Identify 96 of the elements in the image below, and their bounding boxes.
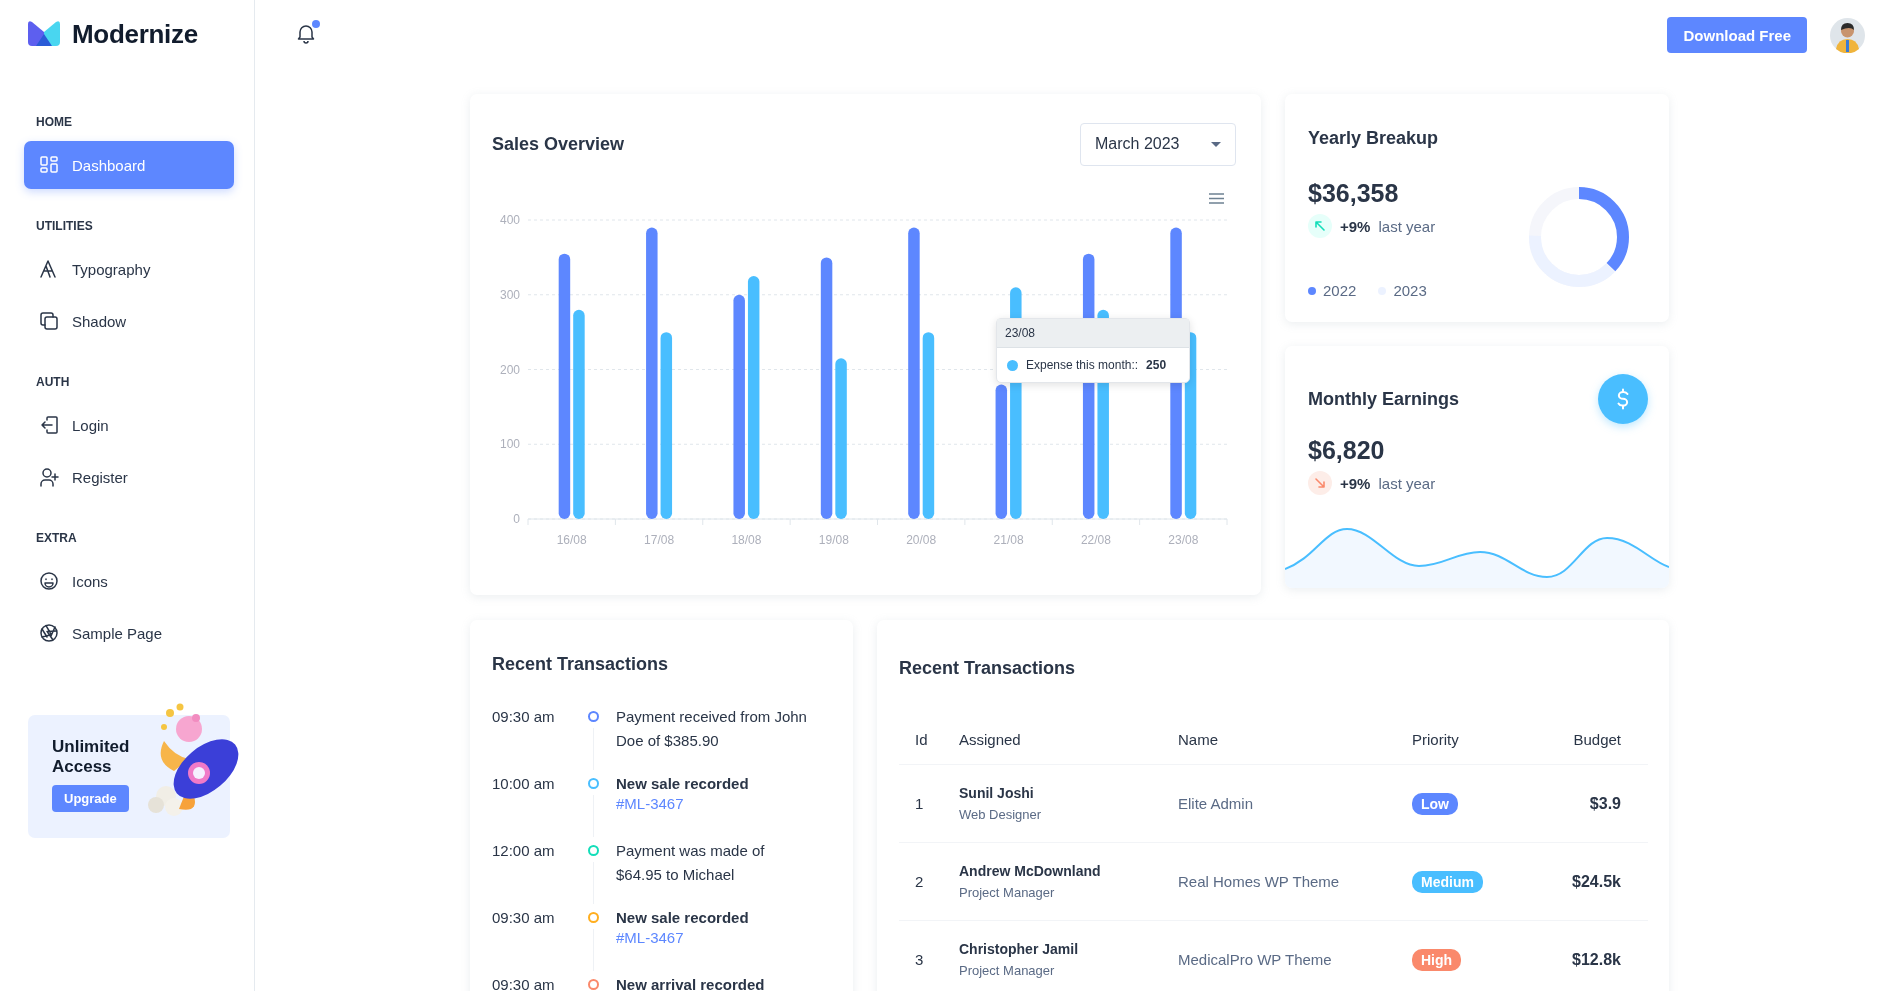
axis-tick: 200 xyxy=(499,362,520,377)
tooltip-label: Expense this month:: xyxy=(1026,358,1139,372)
column-header: Id xyxy=(915,730,928,748)
axis-label: 17/08 xyxy=(644,533,675,547)
section-label: HOME xyxy=(35,115,73,129)
amount: $36,358 xyxy=(1308,179,1400,208)
bar[interactable] xyxy=(660,332,673,519)
assignee-role: Project Manager xyxy=(959,885,1055,900)
change-value: +9% xyxy=(1340,217,1371,235)
axis-tick: 400 xyxy=(499,213,520,227)
axis-tick: 300 xyxy=(499,287,520,302)
assignee-name: Sunil Joshi xyxy=(959,785,1035,801)
axis-tick: 0 xyxy=(513,512,520,526)
section-label: AUTH xyxy=(35,375,71,389)
sidebar-item[interactable]: Shadow xyxy=(24,297,234,345)
axis-label: 19/08 xyxy=(818,533,849,547)
bell-icon[interactable] xyxy=(295,22,317,44)
project-name: Elite Admin xyxy=(1178,795,1254,812)
event-text: Payment was made of $64.95 to Michael xyxy=(616,841,766,885)
aperture-icon xyxy=(38,622,60,644)
assignee-role: Web Designer xyxy=(959,807,1042,822)
priority-badge: Medium xyxy=(1412,870,1483,893)
sidebar-item[interactable]: Sample Page xyxy=(24,609,234,657)
axis-tick: 100 xyxy=(499,437,520,452)
table-cell: 3 xyxy=(899,920,959,991)
budget-value: $12.8k xyxy=(1572,950,1621,969)
amount: $6,820 xyxy=(1308,436,1386,465)
sidebar-item[interactable]: Register xyxy=(24,453,234,501)
sidebar-item[interactable]: Login xyxy=(24,401,234,449)
column-header: Priority xyxy=(1412,730,1459,748)
tooltip-value: 250 xyxy=(1146,358,1167,372)
event-time: 09:30 am xyxy=(492,707,556,727)
table-cell: 1 xyxy=(899,764,959,843)
column-header: Name xyxy=(1178,730,1218,748)
assignee-name: Christopher Jamil xyxy=(959,941,1080,957)
assignee-role: Project Manager xyxy=(959,963,1055,978)
section-label: UTILITIES xyxy=(35,219,94,233)
section-label: EXTRA xyxy=(35,531,78,545)
bar[interactable] xyxy=(908,227,920,519)
copy-icon xyxy=(38,310,60,332)
promo-title: Unlimited Access xyxy=(52,737,131,777)
bar[interactable] xyxy=(820,257,833,519)
bar[interactable] xyxy=(922,332,935,519)
event-time: 09:30 am xyxy=(492,908,556,928)
sidebar-item[interactable]: Icons xyxy=(24,557,234,605)
event-time: 12:00 am xyxy=(492,841,556,861)
assignee-name: Andrew McDownland xyxy=(959,863,1102,879)
month-dropdown[interactable]: March 2023 xyxy=(1080,122,1236,166)
event-text: Payment received from John Doe of $385.90 xyxy=(616,707,808,751)
login-icon xyxy=(38,414,60,436)
bar[interactable] xyxy=(558,253,571,519)
tooltip-title: 23/08 xyxy=(997,319,1189,348)
event-text: New sale recorded xyxy=(616,774,750,794)
sidebar-item[interactable]: Typography xyxy=(24,245,234,293)
axis-label: 18/08 xyxy=(731,533,762,547)
card-title: Monthly Earnings xyxy=(1308,388,1459,410)
event-text: New sale recorded xyxy=(616,908,750,928)
priority-badge: High xyxy=(1412,948,1462,971)
logo-icon xyxy=(26,20,62,48)
legend-label: 2023 xyxy=(1393,282,1427,299)
budget-value: $24.5k xyxy=(1572,872,1621,891)
project-name: Real Homes WP Theme xyxy=(1178,873,1340,890)
change-period: last year xyxy=(1378,474,1436,492)
event-text: New arrival recorded xyxy=(616,975,766,991)
change-period: last year xyxy=(1378,217,1436,235)
card-title: Recent Transactions xyxy=(492,654,670,675)
axis-label: 23/08 xyxy=(1168,533,1199,547)
axis-label: 22/08 xyxy=(1080,533,1111,547)
event-time: 10:00 am xyxy=(492,774,556,794)
menu-icon[interactable] xyxy=(1209,193,1224,204)
caret-icon xyxy=(1211,141,1221,147)
smiley-icon xyxy=(38,570,60,592)
dashboard-icon xyxy=(38,154,60,176)
bar[interactable] xyxy=(835,358,847,519)
change-value: +9% xyxy=(1340,474,1371,492)
avatar[interactable] xyxy=(1830,17,1865,53)
axis-label: 21/08 xyxy=(993,533,1024,547)
budget-value: $3.9 xyxy=(1589,794,1621,813)
axis-label: 20/08 xyxy=(906,533,937,547)
card-title: Sales Overview xyxy=(492,133,625,155)
axis-label: 16/08 xyxy=(556,533,587,547)
project-name: MedicalPro WP Theme xyxy=(1178,951,1332,968)
add-user-icon xyxy=(38,466,60,488)
table-cell: 2 xyxy=(899,842,959,921)
priority-badge: Low xyxy=(1412,792,1458,815)
legend-label: 2022 xyxy=(1323,282,1357,299)
card-title: Recent Transactions xyxy=(899,658,1077,679)
bar[interactable] xyxy=(995,384,1008,519)
column-header: Assigned xyxy=(959,730,1021,748)
event-time: 09:30 am xyxy=(492,975,556,991)
bar[interactable] xyxy=(747,276,760,519)
bar[interactable] xyxy=(733,294,745,519)
bar[interactable] xyxy=(646,227,658,519)
brand-name: Modernize xyxy=(72,18,198,50)
card-title: Yearly Breakup xyxy=(1308,128,1440,149)
column-header: Budget xyxy=(1573,730,1621,748)
